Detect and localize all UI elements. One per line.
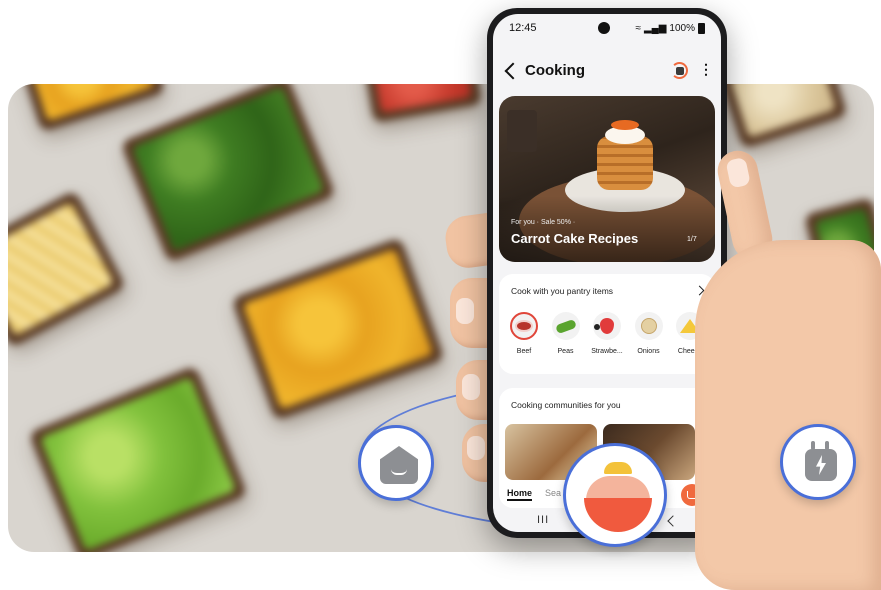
bowl-icon: [584, 498, 652, 532]
pantry-item-label: Peas: [557, 348, 574, 355]
home-icon: [380, 446, 418, 484]
food-icon: [586, 476, 650, 500]
food-badge: [563, 443, 667, 547]
crate-yellow-peppers: [231, 237, 445, 421]
back-icon[interactable]: [504, 62, 522, 80]
crate-beige: [718, 84, 848, 150]
peas-icon: [551, 312, 580, 340]
tab-home[interactable]: Home: [507, 488, 533, 501]
crate-red: [363, 84, 483, 124]
battery-icon: [698, 22, 705, 34]
pancake-stack-image: [597, 136, 653, 190]
crate-limes: [28, 365, 248, 552]
communities-title: Cooking communities for you: [511, 400, 621, 410]
status-time: 12:45: [509, 22, 537, 34]
front-camera: [598, 22, 610, 34]
mug-image: [507, 110, 537, 152]
page-title: Cooking: [525, 62, 585, 79]
recents-icon[interactable]: III: [537, 514, 549, 526]
pantry-item-label: Strawbe...: [591, 348, 623, 355]
palm: [695, 240, 881, 590]
lid-icon: [604, 462, 632, 474]
more-options-icon[interactable]: ⋮: [699, 61, 713, 78]
fridge-icon[interactable]: [671, 62, 688, 79]
beef-icon: [510, 312, 538, 340]
pantry-item-strawberry[interactable]: Strawbe...: [588, 312, 626, 355]
app-header: Cooking ⋮: [493, 60, 721, 88]
strawberry-icon: [593, 312, 621, 340]
crate-green-beans: [120, 84, 336, 263]
crate-top: [20, 84, 166, 133]
energy-badge: [780, 424, 856, 500]
pantry-item-peas[interactable]: Peas: [547, 312, 585, 355]
fruit-topping-image: [611, 120, 639, 130]
pantry-item-label: Beef: [516, 348, 532, 355]
smartthings-home-badge: [358, 425, 434, 501]
battery-level: 100%: [669, 22, 695, 34]
hero-subtitle: For you · Sale 50% ·: [511, 219, 576, 226]
pantry-title: Cook with you pantry items: [511, 286, 614, 296]
tab-search[interactable]: Sea: [545, 488, 561, 498]
hero-title: Carrot Cake Recipes: [511, 231, 639, 246]
status-icons: ≈ ▂▄▆ 100%: [635, 22, 705, 34]
crate-fries: [8, 189, 127, 349]
signal-icon: ▂▄▆: [643, 22, 667, 34]
right-hand: [655, 147, 881, 590]
wifi-icon: ≈: [635, 22, 641, 34]
pantry-item-beef[interactable]: Beef: [505, 312, 543, 355]
